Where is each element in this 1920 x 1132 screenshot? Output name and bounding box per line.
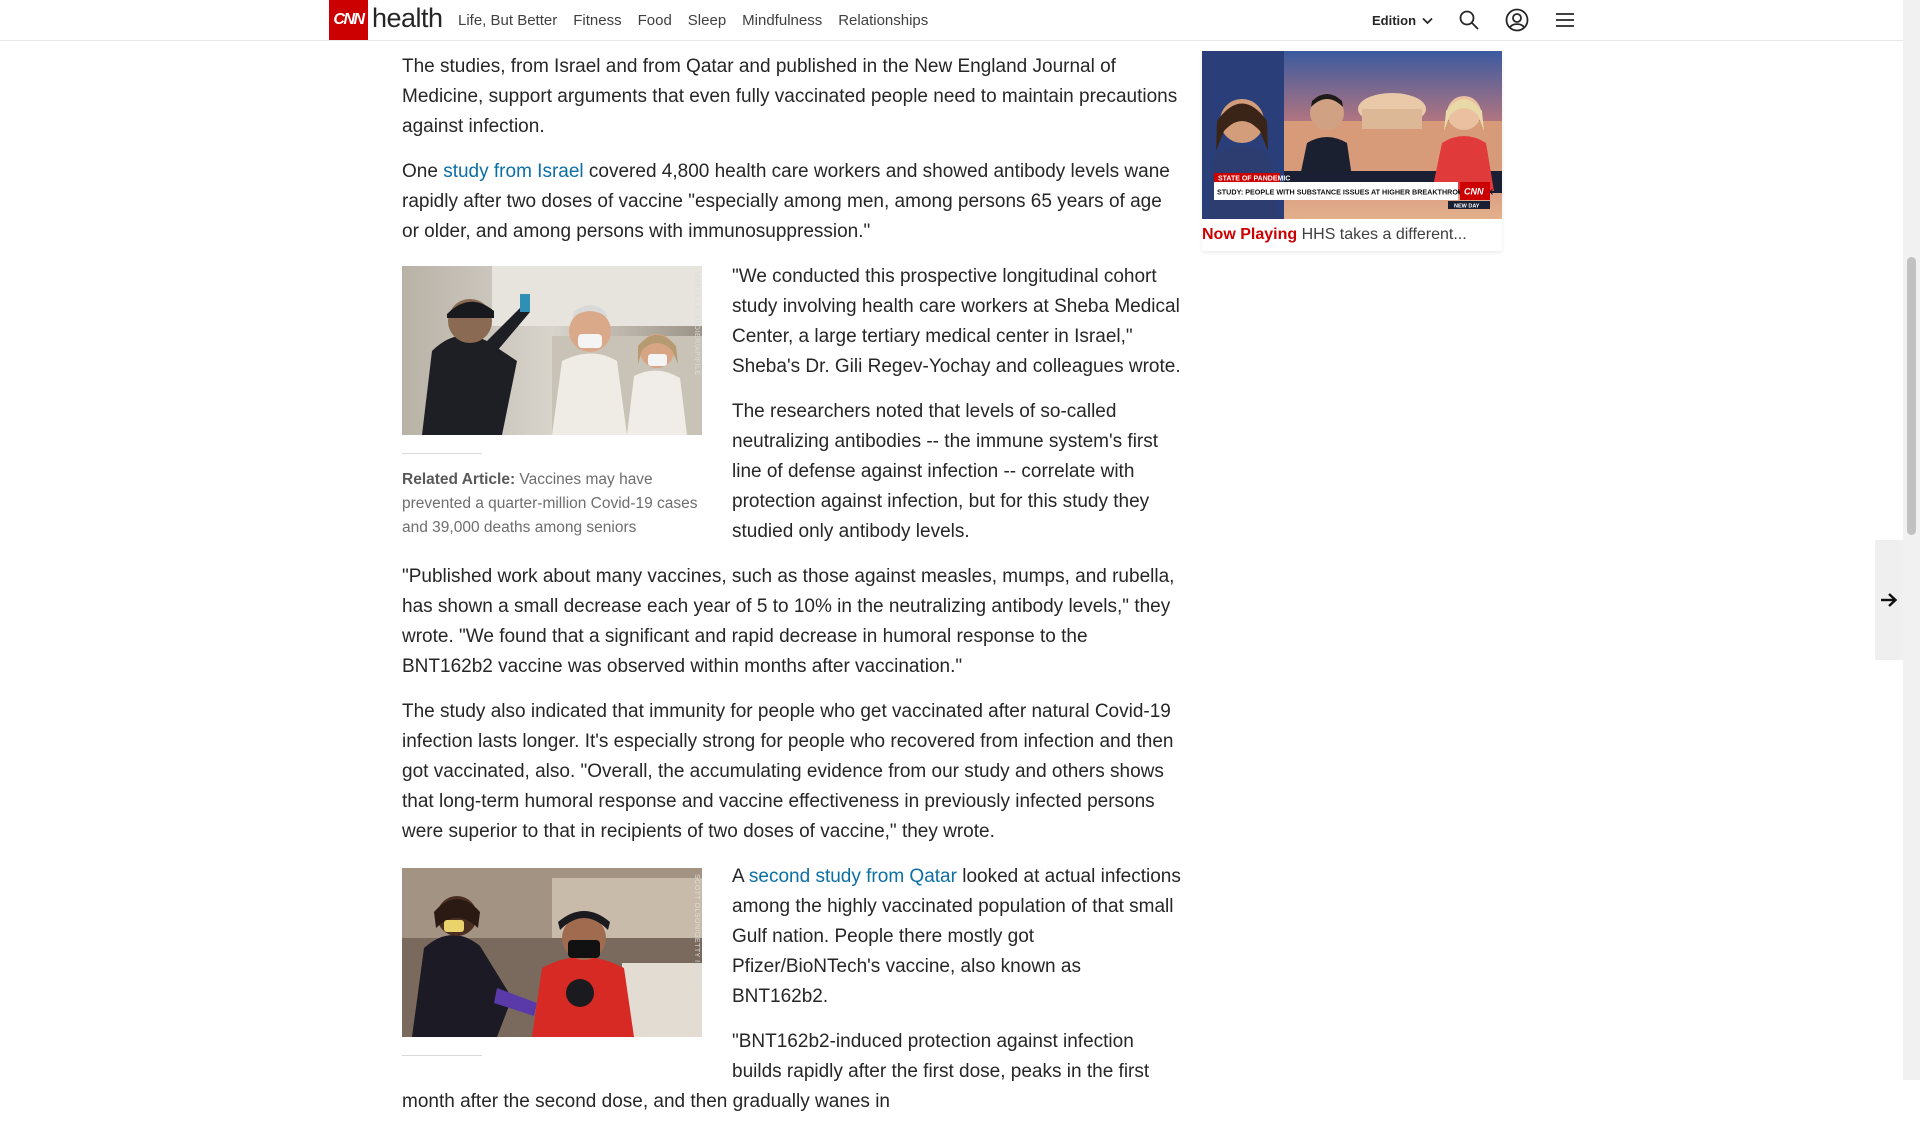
nav-item-life-but-better[interactable]: Life, But Better: [458, 12, 557, 29]
nav-item-fitness[interactable]: Fitness: [573, 12, 621, 29]
page-scrollbar[interactable]: [1903, 0, 1920, 1080]
paragraph-text: A: [732, 866, 749, 887]
scrollbar-thumb[interactable]: [1907, 257, 1916, 535]
inline-figure: MARTA LAVANDIER/AP/FILE Related Article:…: [402, 266, 702, 540]
nav-item-mindfulness[interactable]: Mindfulness: [742, 12, 822, 29]
cnn-logo[interactable]: CNN: [329, 0, 368, 40]
article-body: The studies, from Israel and from Qatar …: [402, 52, 1182, 1132]
article-image-temperature-check[interactable]: MARTA LAVANDIER/AP/FILE: [402, 266, 702, 435]
network-logo-text: CNN: [1464, 187, 1484, 197]
temperature-check-photo: [402, 266, 702, 435]
next-article-arrow[interactable]: [1875, 540, 1903, 660]
search-icon[interactable]: [1458, 9, 1480, 31]
article-image-vaccination[interactable]: SCOTT OLSON/GETTY IMAGES: [402, 868, 702, 1037]
now-playing-label: Now Playing: [1202, 226, 1298, 243]
section-nav: Life, But Better Fitness Food Sleep Mind…: [458, 12, 928, 29]
inline-figure: SCOTT OLSON/GETTY IMAGES: [402, 868, 702, 1070]
show-name-text: NEW DAY: [1454, 204, 1480, 210]
hamburger-menu-icon[interactable]: [1554, 9, 1576, 31]
now-playing[interactable]: Now Playing HHS takes a different...: [1202, 226, 1467, 244]
chevron-down-icon: [1422, 17, 1433, 24]
nav-item-food[interactable]: Food: [638, 12, 672, 29]
edition-label: Edition: [1372, 13, 1417, 28]
vaccination-photo: [402, 868, 702, 1037]
news-broadcast-still: STATE OF PANDEMIC STUDY: PEOPLE WITH SUB…: [1202, 51, 1502, 219]
paragraph-text: One: [402, 161, 444, 182]
arrow-right-icon: [1881, 593, 1898, 607]
article-paragraph: The studies, from Israel and from Qatar …: [402, 56, 1178, 137]
article-paragraph: The study also indicated that immunity f…: [402, 701, 1174, 842]
banner-tag-text: STATE OF PANDEMIC: [1218, 176, 1290, 183]
related-article[interactable]: Related Article: Vaccines may have preve…: [402, 468, 702, 540]
related-article-label: Related Article:: [402, 471, 516, 488]
article-paragraph: One study from Israel covered 4,800 heal…: [402, 157, 1182, 247]
video-player[interactable]: STATE OF PANDEMIC STUDY: PEOPLE WITH SUB…: [1202, 51, 1502, 251]
site-header: CNN health Life, But Better Fitness Food…: [0, 0, 1903, 41]
photo-credit: SCOTT OLSON/GETTY IMAGES: [693, 874, 700, 991]
divider: [402, 453, 482, 454]
study-from-israel-link[interactable]: study from Israel: [443, 161, 583, 182]
paragraph-text: looked at actual infections among the hi…: [732, 866, 1181, 1007]
edition-dropdown[interactable]: Edition: [1372, 13, 1433, 28]
divider: [402, 1055, 482, 1056]
user-account-icon[interactable]: [1505, 8, 1529, 32]
nav-item-sleep[interactable]: Sleep: [688, 12, 726, 29]
article-paragraph: "Published work about many vaccines, suc…: [402, 566, 1175, 677]
photo-credit: MARTA LAVANDIER/AP/FILE: [693, 272, 700, 376]
nav-item-relationships[interactable]: Relationships: [838, 12, 928, 29]
video-thumbnail[interactable]: STATE OF PANDEMIC STUDY: PEOPLE WITH SUB…: [1202, 51, 1502, 219]
health-section-logo[interactable]: health: [372, 3, 443, 34]
now-playing-title[interactable]: HHS takes a different...: [1302, 226, 1467, 243]
banner-headline-text: STUDY: PEOPLE WITH SUBSTANCE ISSUES AT H…: [1217, 188, 1494, 197]
second-study-from-qatar-link[interactable]: second study from Qatar: [749, 866, 957, 887]
